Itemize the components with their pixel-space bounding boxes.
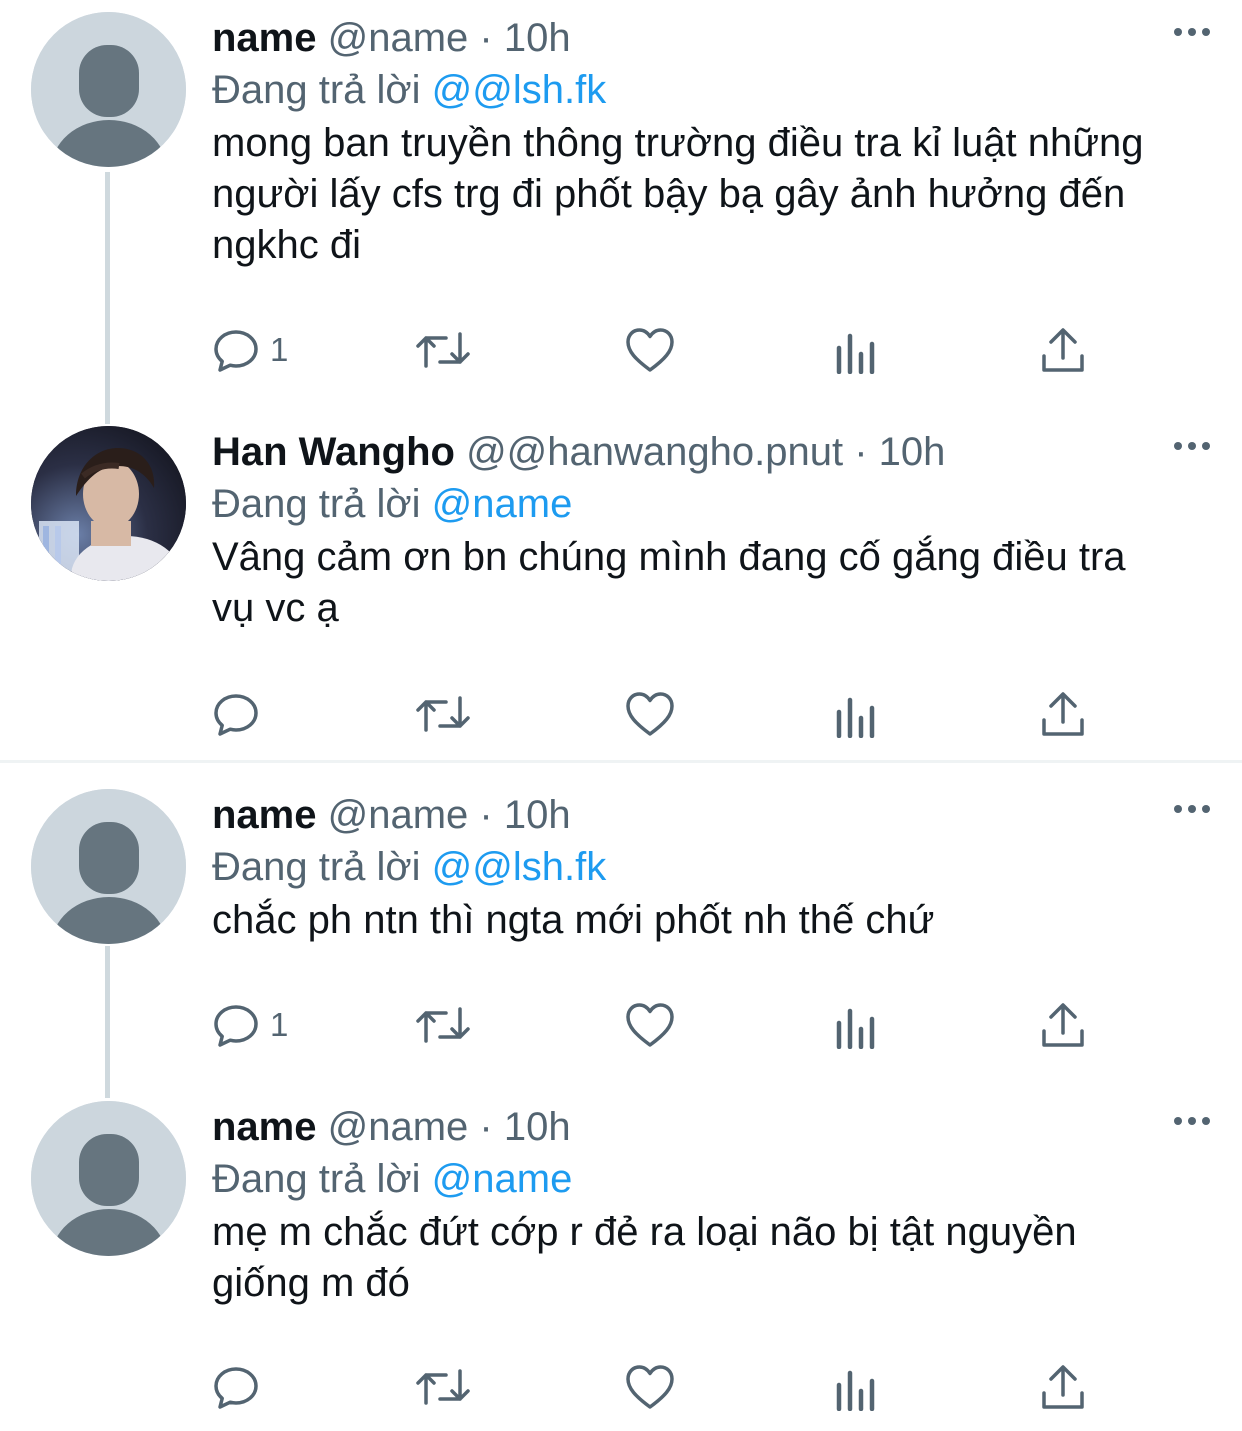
handle-time: @name · 10h — [327, 793, 571, 837]
avatar[interactable] — [31, 789, 186, 944]
views-icon — [836, 697, 875, 738]
tweet-text: mẹ m chắc đứt cớp r đẻ ra loại não bị tậ… — [212, 1210, 1077, 1305]
share-icon — [1042, 1365, 1084, 1409]
reply-count: 1 — [270, 331, 289, 368]
reply-icon — [214, 330, 258, 372]
retweet-button[interactable] — [415, 995, 471, 1055]
reply-button[interactable] — [212, 1357, 270, 1417]
views-icon — [836, 333, 875, 374]
reply-prefix: Đang trả lời — [212, 482, 421, 526]
share-icon — [1042, 328, 1084, 372]
share-icon — [1042, 692, 1084, 736]
more-icon[interactable] — [1172, 22, 1212, 42]
like-button[interactable] — [625, 1357, 675, 1417]
action-bar: 1 — [212, 995, 1092, 1055]
reply-mention[interactable]: @@lsh.fk — [432, 845, 607, 889]
display-name[interactable]: name — [212, 793, 317, 837]
action-bar: 1 — [212, 320, 1092, 380]
retweet-icon — [416, 332, 470, 368]
reply-prefix: Đang trả lời — [212, 1157, 421, 1201]
reply-button[interactable] — [212, 684, 270, 744]
reply-mention[interactable]: @@lsh.fk — [432, 68, 607, 112]
handle-time: @name · 10h — [327, 1105, 571, 1149]
retweet-button[interactable] — [415, 684, 471, 744]
tweet-text: mong ban truyền thông trường điều tra kỉ… — [212, 121, 1144, 267]
default-avatar-icon — [31, 789, 186, 944]
reply-icon — [214, 694, 258, 736]
tweet-text: Vâng cảm ơn bn chúng mình đang cố gắng đ… — [212, 535, 1126, 630]
reply-mention[interactable]: @name — [432, 482, 573, 526]
avatar[interactable] — [31, 12, 186, 167]
retweet-icon — [416, 1007, 470, 1043]
tweet[interactable]: name @name · 10h Đang trả lời @@lsh.fk c… — [0, 777, 1242, 1077]
default-avatar-icon — [31, 1101, 186, 1256]
tweet-text: chắc ph ntn thì ngta mới phốt nh thế chứ — [212, 898, 935, 942]
action-bar — [212, 684, 1092, 744]
share-icon — [1042, 1003, 1084, 1047]
heart-icon — [626, 692, 674, 736]
avatar[interactable] — [31, 1101, 186, 1256]
retweet-icon — [416, 1369, 470, 1405]
tweet-header: name @name · 10h — [212, 14, 571, 62]
handle-time: @@hanwangho.pnut · 10h — [466, 430, 946, 474]
tweet-header: Han Wangho @@hanwangho.pnut · 10h — [212, 428, 945, 476]
share-button[interactable] — [1040, 1357, 1086, 1417]
replying-to: Đang trả lời @@lsh.fk — [212, 66, 606, 114]
tweet[interactable]: Han Wangho @@hanwangho.pnut · 10h Đang t… — [0, 414, 1242, 760]
tweet[interactable]: name @name · 10h Đang trả lời @@lsh.fk m… — [0, 0, 1242, 400]
display-name[interactable]: name — [212, 1105, 317, 1149]
retweet-button[interactable] — [415, 320, 471, 380]
display-name[interactable]: name — [212, 16, 317, 60]
default-avatar-icon — [31, 12, 186, 167]
heart-icon — [626, 328, 674, 372]
like-button[interactable] — [625, 684, 675, 744]
views-icon — [836, 1370, 875, 1411]
share-button[interactable] — [1040, 320, 1086, 380]
reply-icon — [214, 1005, 258, 1047]
views-button[interactable] — [835, 1357, 879, 1417]
like-button[interactable] — [625, 320, 675, 380]
replying-to: Đang trả lời @name — [212, 1155, 572, 1203]
more-icon[interactable] — [1172, 436, 1212, 456]
more-icon[interactable] — [1172, 799, 1212, 819]
reply-mention[interactable]: @name — [432, 1157, 573, 1201]
reply-button[interactable]: 1 — [212, 995, 288, 1055]
handle-time: @name · 10h — [327, 16, 571, 60]
display-name[interactable]: Han Wangho — [212, 430, 455, 474]
more-icon[interactable] — [1172, 1111, 1212, 1131]
views-button[interactable] — [835, 320, 879, 380]
reply-prefix: Đang trả lời — [212, 68, 421, 112]
like-button[interactable] — [625, 995, 675, 1055]
tweet[interactable]: name @name · 10h Đang trả lời @name mẹ m… — [0, 1089, 1242, 1431]
heart-icon — [626, 1365, 674, 1409]
profile-photo — [31, 426, 186, 581]
reply-count: 1 — [270, 1006, 289, 1043]
thread-divider — [0, 760, 1242, 763]
views-icon — [836, 1008, 875, 1049]
heart-icon — [626, 1003, 674, 1047]
share-button[interactable] — [1040, 995, 1086, 1055]
retweet-icon — [416, 696, 470, 732]
reply-icon — [214, 1367, 258, 1409]
reply-prefix: Đang trả lời — [212, 845, 421, 889]
views-button[interactable] — [835, 995, 879, 1055]
replying-to: Đang trả lời @name — [212, 480, 572, 528]
tweet-header: name @name · 10h — [212, 1103, 571, 1151]
reply-button[interactable]: 1 — [212, 320, 288, 380]
share-button[interactable] — [1040, 684, 1086, 744]
views-button[interactable] — [835, 684, 879, 744]
avatar[interactable] — [31, 426, 186, 581]
tweet-header: name @name · 10h — [212, 791, 571, 839]
action-bar — [212, 1357, 1092, 1417]
retweet-button[interactable] — [415, 1357, 471, 1417]
replying-to: Đang trả lời @@lsh.fk — [212, 843, 606, 891]
